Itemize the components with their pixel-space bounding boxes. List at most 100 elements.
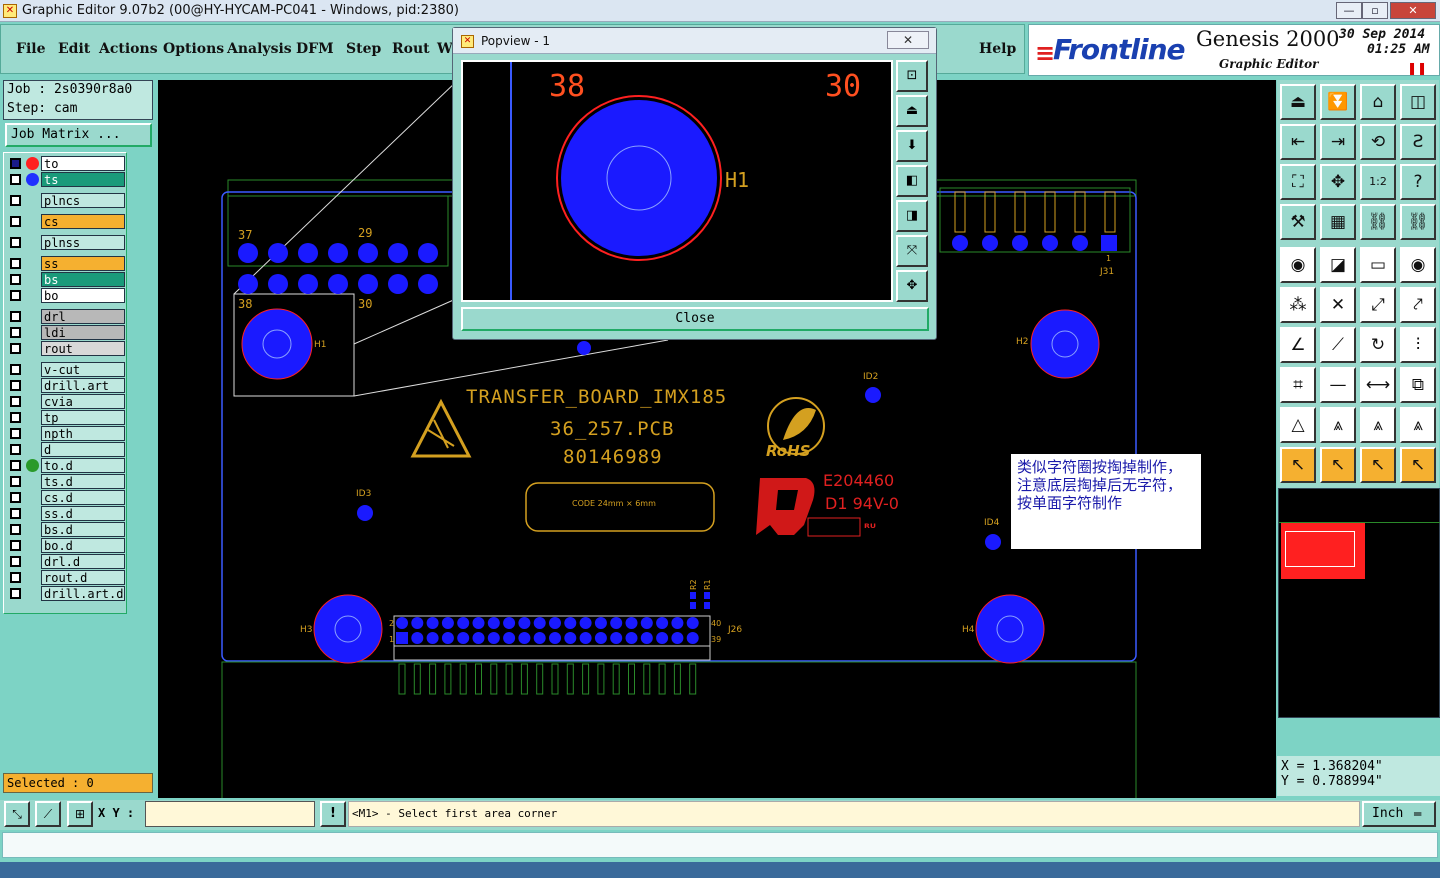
layer-checkbox[interactable] — [10, 380, 21, 391]
menu-edit[interactable]: Edit — [58, 41, 90, 57]
pan-icon[interactable]: ✥ — [1320, 164, 1356, 200]
save-job-icon[interactable]: ⏬ — [1320, 84, 1356, 120]
menu-options[interactable]: Options — [163, 41, 224, 57]
layer-checkbox[interactable] — [10, 237, 21, 248]
layer-checkbox[interactable] — [10, 195, 21, 206]
popview-close-button[interactable]: Close — [461, 307, 929, 331]
zoom-fit-icon[interactable]: ⛶ — [1280, 164, 1316, 200]
undo-redo-icon[interactable]: ⟲ — [1360, 124, 1396, 160]
line-mode-icon[interactable]: ◪ — [1320, 247, 1356, 283]
connect-red-icon[interactable]: ⤤ — [1400, 287, 1436, 323]
grid-tool-button[interactable]: ⊞ — [67, 801, 93, 827]
slash-icon[interactable]: ⟋ — [1320, 327, 1356, 363]
alert-icon[interactable]: ! — [320, 801, 346, 827]
layer-checkbox[interactable] — [10, 524, 21, 535]
popview-move-up-button[interactable]: ⏏ — [896, 95, 928, 127]
layer-row-drl[interactable]: drl — [7, 309, 125, 324]
snap-layer-icon[interactable]: ⛓ — [1400, 204, 1436, 240]
popview-titlebar[interactable]: ✕ Popview - 1 ✕ — [453, 28, 936, 54]
copy-icon[interactable]: ⌗ — [1280, 367, 1316, 403]
layer-row-d[interactable]: d — [7, 442, 125, 457]
layer-row-rout-d[interactable]: rout.d — [7, 570, 125, 585]
tools-icon[interactable]: ⚒ — [1280, 204, 1316, 240]
layer-checkbox[interactable] — [10, 158, 21, 169]
layer-checkbox[interactable] — [10, 444, 21, 455]
layer-row-bs[interactable]: bs — [7, 272, 125, 287]
maximize-button[interactable]: ▫ — [1362, 2, 1388, 19]
connect-icon[interactable]: ⤢ — [1360, 287, 1396, 323]
select-area-icon[interactable]: ↖ — [1360, 447, 1396, 483]
popview-zoom-out-button[interactable]: ✥ — [896, 270, 928, 302]
pad-icon[interactable]: ◉ — [1280, 247, 1316, 283]
align-icon[interactable]: ⫶ — [1400, 327, 1436, 363]
layer-row-to[interactable]: to — [7, 156, 125, 171]
arc-red-icon[interactable]: ⩓ — [1400, 407, 1436, 443]
layer-checkbox[interactable] — [10, 540, 21, 551]
layer-row-ss-d[interactable]: ss.d — [7, 506, 125, 521]
menu-actions[interactable]: Actions — [99, 41, 158, 57]
units-selector[interactable]: Inch ═ — [1362, 801, 1436, 827]
layer-row-drl-d[interactable]: drl.d — [7, 554, 125, 569]
layer-checkbox[interactable] — [10, 274, 21, 285]
minimize-button[interactable]: — — [1336, 2, 1362, 19]
layer-row-tp[interactable]: tp — [7, 410, 125, 425]
select-icon[interactable]: ↖ — [1280, 447, 1316, 483]
layer-checkbox[interactable] — [10, 492, 21, 503]
popview-move-down-button[interactable]: ⬇ — [896, 130, 928, 162]
popview-move-right-button[interactable]: ◨ — [896, 200, 928, 232]
layer-checkbox[interactable] — [10, 572, 21, 583]
rotate-icon[interactable]: ↻ — [1360, 327, 1396, 363]
cross-icon[interactable]: ✕ — [1320, 287, 1356, 323]
layer-row-ldi[interactable]: ldi — [7, 325, 125, 340]
popview-zoom-in-button[interactable]: ⤧ — [896, 235, 928, 267]
job-matrix-button[interactable]: Job Matrix ... — [5, 123, 152, 147]
dimension-icon[interactable]: ⟷ — [1360, 367, 1396, 403]
layer-row-npth[interactable]: npth — [7, 426, 125, 441]
close-window-button[interactable]: ✕ — [1390, 2, 1436, 19]
arc-blue-icon[interactable]: ⩓ — [1360, 407, 1396, 443]
layer-preview[interactable] — [1278, 488, 1440, 718]
pad-fill-icon[interactable]: ◉ — [1400, 247, 1436, 283]
layer-row-bo-d[interactable]: bo.d — [7, 538, 125, 553]
layer-row-cs-d[interactable]: cs.d — [7, 490, 125, 505]
layer-checkbox[interactable] — [10, 364, 21, 375]
menu-rout[interactable]: Rout — [392, 41, 430, 57]
layer-row-ss[interactable]: ss — [7, 256, 125, 271]
line-icon[interactable]: — — [1320, 367, 1356, 403]
ruler-icon[interactable]: ▭ — [1360, 247, 1396, 283]
grid-icon[interactable]: ▦ — [1320, 204, 1356, 240]
layer-checkbox[interactable] — [10, 174, 21, 185]
help-icon[interactable]: ? — [1400, 164, 1436, 200]
step-in-icon[interactable]: ⇤ — [1280, 124, 1316, 160]
layer-row-drill-art-d[interactable]: drill.art.d — [7, 586, 125, 601]
menu-file[interactable]: File — [16, 41, 45, 57]
layer-checkbox[interactable] — [10, 290, 21, 301]
menu-analysis[interactable]: Analysis — [227, 41, 292, 57]
layer-checkbox[interactable] — [10, 428, 21, 439]
xy-input[interactable] — [145, 801, 315, 827]
snap-tool-button[interactable]: ⤡ — [4, 801, 30, 827]
layer-checkbox[interactable] — [10, 343, 21, 354]
script-icon[interactable]: Ƨ — [1400, 124, 1436, 160]
nets-icon[interactable]: ⁂ — [1280, 287, 1316, 323]
layer-checkbox[interactable] — [10, 588, 21, 599]
layer-row-bo[interactable]: bo — [7, 288, 125, 303]
layer-row-cvia[interactable]: cvia — [7, 394, 125, 409]
open-job-icon[interactable]: ⏏ — [1280, 84, 1316, 120]
transform-icon[interactable]: ⧉ — [1400, 367, 1436, 403]
layer-checkbox[interactable] — [10, 216, 21, 227]
popview-zoom-fit-button[interactable]: ⊡ — [896, 60, 928, 92]
menu-step[interactable]: Step — [346, 41, 381, 57]
snap-icon[interactable]: ⛓ — [1360, 204, 1396, 240]
layer-checkbox[interactable] — [10, 476, 21, 487]
layer-row-rout[interactable]: rout — [7, 341, 125, 356]
select-net-icon[interactable]: ↖ — [1400, 447, 1436, 483]
step-out-icon[interactable]: ⇥ — [1320, 124, 1356, 160]
window-icon[interactable]: ◫ — [1400, 84, 1436, 120]
angle-icon[interactable]: ∠ — [1280, 327, 1316, 363]
layer-row-bs-d[interactable]: bs.d — [7, 522, 125, 537]
popview-close-icon[interactable]: ✕ — [887, 31, 929, 49]
layer-checkbox[interactable] — [10, 460, 21, 471]
layer-row-ts[interactable]: ts — [7, 172, 125, 187]
layer-checkbox[interactable] — [10, 508, 21, 519]
